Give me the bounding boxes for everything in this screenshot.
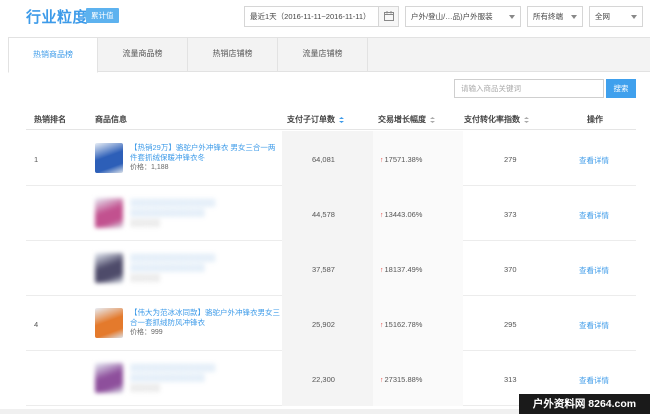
product-info: 【热销29万】骆驼户外冲锋衣 男女三合一两件套抓绒保暖冲锋衣冬 价格：1,188 — [130, 143, 280, 173]
growth-percent: 13443.06% — [384, 210, 423, 219]
table-row: 4 【伟大为范冰冰同款】骆驼户外冲锋衣男女三合一套抓绒防风冲锋衣 价格：999 25,… — [26, 296, 636, 351]
orders-value: 44,578 — [312, 210, 335, 219]
orders-value: 25,902 — [312, 320, 335, 329]
search-input[interactable] — [454, 79, 604, 98]
growth-value: ↑27315.88% — [380, 375, 422, 384]
tab-hot-products[interactable]: 热销商品榜 — [8, 37, 98, 73]
rank-value: 1 — [34, 155, 39, 164]
table-row: 1 【热销29万】骆驼户外冲锋衣 男女三合一两件套抓绒保暖冲锋衣冬 价格：1,188… — [26, 131, 636, 186]
rank-value: 4 — [34, 320, 39, 329]
header: 行业粒度 累计值 最近1天（2016-11-11~2016-11-11） 户外/… — [0, 0, 650, 34]
product-price: 价格：1,188 — [130, 164, 169, 171]
product-thumbnail[interactable] — [95, 253, 123, 283]
chevron-down-icon — [509, 15, 515, 19]
product-price: 价格：999 — [130, 329, 163, 336]
product-thumbnail[interactable] — [95, 143, 123, 173]
growth-value: ↑15162.78% — [380, 320, 422, 329]
growth-header-label: 交易增长幅度 — [378, 115, 426, 124]
tab-bar: 热销商品榜 流量商品榜 热销店铺榜 流量店铺榜 — [8, 37, 650, 73]
tab-hot-shops[interactable]: 热销店铺榜 — [188, 37, 278, 72]
growth-value: ↑18137.49% — [380, 265, 422, 274]
terminal-select[interactable]: 所有终端 — [527, 6, 583, 27]
arrow-up-icon: ↑ — [380, 322, 384, 329]
view-detail-link[interactable]: 查看详情 — [579, 320, 609, 331]
view-detail-link[interactable]: 查看详情 — [579, 375, 609, 386]
product-title-link[interactable]: 【伟大为范冰冰同款】骆驼户外冲锋衣男女三合一套抓绒防风冲锋衣 — [130, 308, 280, 328]
scope-select[interactable]: 全网 — [589, 6, 643, 27]
column-header-growth[interactable]: 交易增长幅度 — [378, 114, 436, 125]
date-range-value: 最近1天（2016-11-11~2016-11-11） — [250, 12, 371, 21]
conversion-value: 295 — [504, 320, 517, 329]
product-info: 【伟大为范冰冰同款】骆驼户外冲锋衣男女三合一套抓绒防风冲锋衣 价格：999 — [130, 308, 280, 338]
conversion-header-label: 支付转化率指数 — [464, 115, 520, 124]
product-thumbnail[interactable] — [95, 198, 123, 228]
search-button[interactable]: 搜索 — [606, 79, 636, 98]
orders-header-label: 支付子订单数 — [287, 115, 335, 124]
view-detail-link[interactable]: 查看详情 — [579, 155, 609, 166]
tab-traffic-shops[interactable]: 流量店铺榜 — [278, 37, 368, 72]
growth-percent: 27315.88% — [384, 375, 423, 384]
conversion-value: 279 — [504, 155, 517, 164]
category-value: 户外/登山/…品)户外服装 — [411, 12, 493, 21]
table-row: ░░░░░░░░░░░░░░░░ ░░░░░░░░░░░░░░ ░░░░░░ 37,5… — [26, 241, 636, 296]
growth-percent: 17571.38% — [384, 155, 423, 164]
scope-value: 全网 — [595, 12, 610, 21]
arrow-up-icon: ↑ — [380, 267, 384, 274]
date-range-picker[interactable]: 最近1天（2016-11-11~2016-11-11） — [244, 6, 399, 27]
terminal-value: 所有终端 — [533, 12, 563, 21]
sort-icon — [430, 116, 436, 123]
orders-value: 37,587 — [312, 265, 335, 274]
product-title-link[interactable]: 【热销29万】骆驼户外冲锋衣 男女三合一两件套抓绒保暖冲锋衣冬 — [130, 143, 280, 163]
column-header-rank: 热销排名 — [34, 115, 66, 124]
orders-value: 22,300 — [312, 375, 335, 384]
conversion-value: 313 — [504, 375, 517, 384]
conversion-value: 373 — [504, 210, 517, 219]
calendar-icon[interactable] — [378, 7, 398, 26]
cumulative-badge[interactable]: 累计值 — [82, 8, 119, 23]
product-info-blurred: ░░░░░░░░░░░░░░░░ ░░░░░░░░░░░░░░ ░░░░░░ — [130, 253, 216, 282]
table-header: 热销排名 商品信息 支付子订单数 交易增长幅度 支付转化率指数 操作 — [26, 108, 636, 130]
chevron-down-icon — [631, 15, 637, 19]
arrow-up-icon: ↑ — [380, 377, 384, 384]
arrow-up-icon: ↑ — [380, 212, 384, 219]
growth-percent: 18137.49% — [384, 265, 423, 274]
category-select[interactable]: 户外/登山/…品)户外服装 — [405, 6, 521, 27]
column-header-orders[interactable]: 支付子订单数 — [287, 114, 345, 125]
table-row: ░░░░░░░░░░░░░░░░ ░░░░░░░░░░░░░░ ░░░░░░ 44,5… — [26, 186, 636, 241]
column-header-product: 商品信息 — [95, 115, 127, 124]
chevron-down-icon — [571, 15, 577, 19]
product-thumbnail[interactable] — [95, 308, 123, 338]
growth-value: ↑13443.06% — [380, 210, 422, 219]
tab-traffic-products[interactable]: 流量商品榜 — [98, 37, 188, 72]
scroll-track — [0, 409, 520, 414]
sort-icon — [339, 116, 345, 123]
product-thumbnail[interactable] — [95, 363, 123, 393]
sort-icon — [524, 116, 530, 123]
orders-value: 64,081 — [312, 155, 335, 164]
product-info-blurred: ░░░░░░░░░░░░░░░░ ░░░░░░░░░░░░░░ ░░░░░░ — [130, 363, 216, 392]
product-info-blurred: ░░░░░░░░░░░░░░░░ ░░░░░░░░░░░░░░ ░░░░░░ — [130, 198, 216, 227]
column-header-action: 操作 — [587, 115, 603, 124]
arrow-up-icon: ↑ — [380, 157, 384, 164]
view-detail-link[interactable]: 查看详情 — [579, 210, 609, 221]
page-title: 行业粒度 — [26, 9, 89, 26]
view-detail-link[interactable]: 查看详情 — [579, 265, 609, 276]
growth-percent: 15162.78% — [384, 320, 423, 329]
conversion-value: 370 — [504, 265, 517, 274]
growth-value: ↑17571.38% — [380, 155, 422, 164]
watermark: 户外资料网 8264.com — [519, 394, 650, 414]
column-header-conversion[interactable]: 支付转化率指数 — [464, 114, 530, 125]
